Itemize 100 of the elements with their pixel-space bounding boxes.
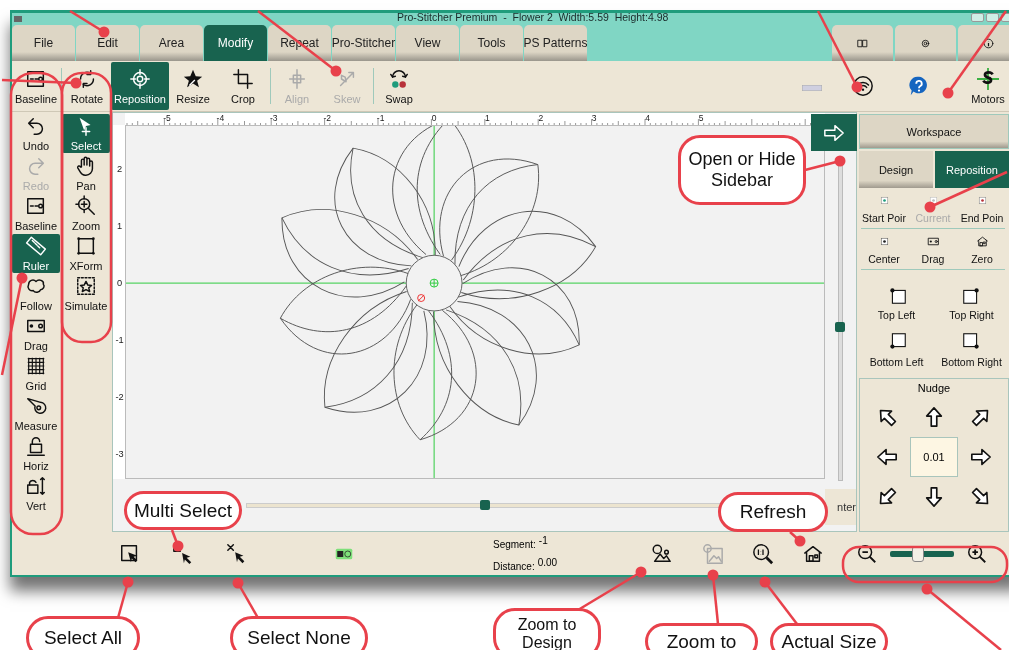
nudge-amount-field[interactable]: 0.01 (910, 437, 958, 477)
tool-button[interactable]: Follow (12, 274, 60, 313)
corner-button[interactable]: Top Left (859, 284, 934, 321)
ruler-label: -5 (163, 113, 171, 123)
menu-tab[interactable]: PS Patterns (524, 25, 587, 61)
point-button[interactable]: End Poin (959, 194, 1005, 224)
crosshair-marker (429, 278, 439, 288)
leader-line (232, 577, 260, 619)
sidebar-tab[interactable]: Reposition (935, 151, 1009, 188)
icon-tab[interactable] (832, 25, 893, 61)
toolbar-button[interactable]: Resize (169, 62, 217, 110)
window-title: Pro-Stitcher Premium - Flower 2 Width:5.59 Height:4.98 (397, 11, 669, 23)
house-icon (975, 235, 989, 248)
wifi-icon[interactable] (852, 75, 874, 97)
tool-button[interactable]: Measure (12, 394, 60, 433)
corner-button[interactable]: Top Right (934, 284, 1009, 321)
zoom-out-icon (856, 542, 878, 565)
nudge-label: Nudge (917, 382, 951, 394)
toolbar-button[interactable]: Swap (375, 62, 423, 110)
motors-button[interactable]: Motors (964, 62, 1009, 110)
arrow-icon (876, 446, 898, 468)
point-button[interactable]: Start Poir (861, 194, 907, 224)
distance-value: 0.00 (537, 556, 558, 568)
tool-button[interactable]: Undo (12, 114, 60, 153)
anchor-button[interactable]: Drag (910, 235, 956, 265)
ruler-label: 4 (645, 113, 650, 123)
tool-button[interactable]: Simulate (62, 274, 110, 313)
callout-bubble: Select None (230, 616, 368, 650)
ruler-label: -1 (376, 113, 385, 123)
leader-line (759, 576, 798, 625)
ruler-label: -3 (115, 449, 124, 459)
crop-icon (232, 67, 254, 90)
anchor-button[interactable]: Center (861, 235, 907, 265)
help-icon[interactable] (908, 75, 930, 97)
zoom-picture-icon (650, 542, 672, 565)
menu-tab[interactable]: Area (140, 25, 203, 61)
padlock-icon (25, 475, 47, 497)
ruler-label: 3 (591, 113, 597, 123)
star-frame-icon (75, 275, 97, 297)
leader-line (116, 576, 134, 619)
menu-tab[interactable]: Tools (460, 25, 523, 61)
icon-tab[interactable] (958, 25, 1009, 61)
align-icon (286, 67, 308, 90)
nudge-arrow-button[interactable] (923, 406, 945, 428)
callout-bubble: Multi Select (124, 491, 242, 530)
nudge-arrow-button[interactable] (923, 486, 945, 508)
zoom-icon (75, 195, 97, 217)
tool-button[interactable]: Zoom (62, 194, 110, 233)
ruler-label: -1 (115, 335, 124, 345)
callout-bubble: Zoom to (645, 623, 758, 650)
arrow-icon (970, 446, 992, 468)
menu-tab[interactable]: View (396, 25, 459, 61)
toolbar-button[interactable]: Reposition (111, 62, 169, 110)
info-icon (982, 36, 995, 50)
tool-button[interactable]: Grid (12, 354, 60, 393)
menu-tab[interactable]: Edit (76, 25, 139, 61)
tool-button[interactable]: XForm (62, 234, 110, 273)
callout-bubble: Select All (26, 616, 140, 650)
ruler-label: 1 (116, 221, 123, 231)
tool-button[interactable]: Pan (62, 154, 110, 193)
keyboard-icon (802, 85, 822, 91)
distance-label: Distance: (493, 560, 535, 572)
leader-line (707, 569, 720, 625)
slider-thumb[interactable] (835, 322, 845, 333)
ruler-label: 0 (431, 113, 437, 123)
tool-button[interactable]: Drag (12, 314, 60, 353)
corner-button[interactable]: Bottom Left (859, 331, 934, 368)
padlock-icon (25, 435, 47, 457)
tool-button[interactable]: Vert (12, 474, 60, 513)
sidebar-toggle-button[interactable] (811, 114, 857, 151)
segment-label: Segment: (493, 539, 536, 551)
dollar-sign-icon (977, 67, 999, 90)
ruler-icon (25, 235, 47, 257)
menu-tab[interactable]: Pro-Stitcher (332, 25, 395, 61)
grid-icon (25, 355, 47, 377)
toolbar-button[interactable]: Baseline (12, 62, 60, 110)
toolbar-button[interactable]: Crop (217, 62, 269, 110)
maximize-button[interactable] (986, 13, 999, 22)
app-icon (14, 15, 22, 22)
nudge-arrow-button[interactable] (876, 446, 898, 468)
workspace-tab[interactable]: Workspace (859, 114, 1009, 149)
arrow-icon (923, 406, 945, 428)
leader-line (804, 155, 846, 172)
nudge-arrow-button[interactable] (970, 446, 992, 468)
tool-button[interactable]: Baseline (12, 194, 60, 233)
tool-button[interactable]: Horiz (12, 434, 60, 473)
sidebar-tab[interactable]: Design (859, 151, 933, 188)
baseline-icon (25, 195, 47, 217)
slider-thumb[interactable] (479, 499, 490, 510)
corner-button[interactable]: Bottom Right (934, 331, 1009, 368)
ruler-label: -2 (115, 392, 124, 402)
callout-bubble: Open or Hide Sidebar (678, 135, 806, 205)
zoom-picture-icon (702, 542, 724, 565)
menu-tab[interactable]: File (12, 25, 75, 61)
square-icon (75, 235, 97, 257)
menu-tab[interactable]: Modify (204, 25, 267, 61)
zoom-in-icon (966, 542, 988, 565)
tool-button[interactable]: Select (62, 114, 110, 153)
anchor-button[interactable]: Zero (959, 235, 1005, 265)
tool-button[interactable]: Ruler (12, 234, 60, 273)
